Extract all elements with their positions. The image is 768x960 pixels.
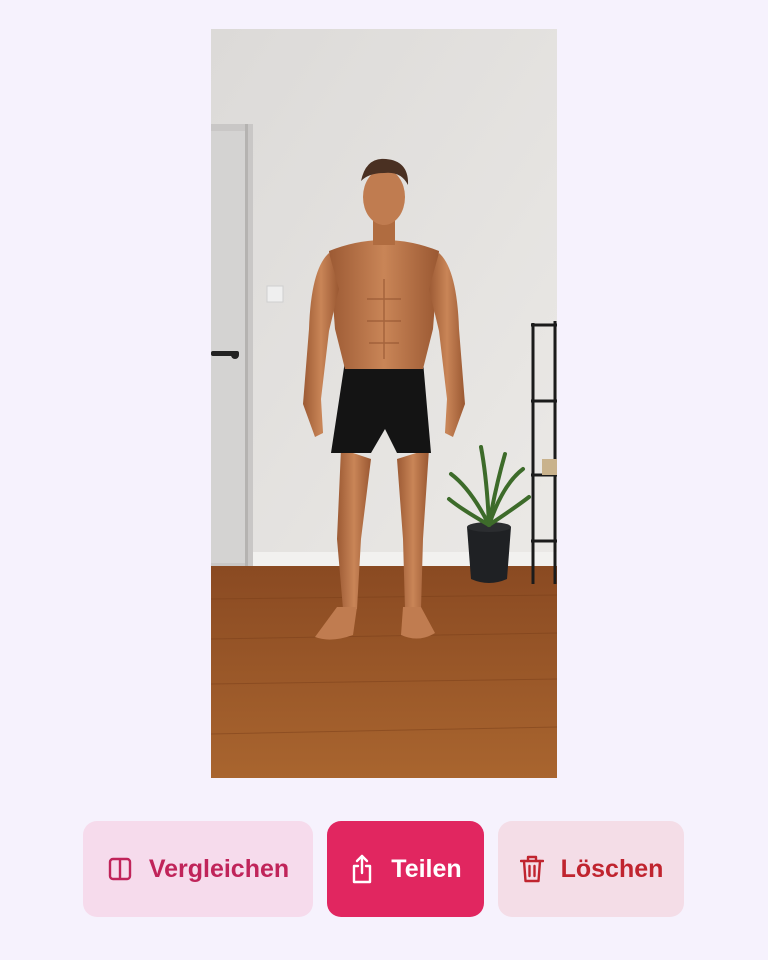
share-button[interactable]: Teilen: [327, 821, 484, 917]
compare-button[interactable]: Vergleichen: [83, 821, 313, 917]
delete-label: Löschen: [560, 854, 664, 883]
delete-button[interactable]: Löschen: [498, 821, 684, 917]
progress-photo-image: [211, 29, 557, 778]
share-label: Teilen: [391, 854, 462, 883]
split-view-icon: [107, 854, 133, 884]
trash-icon: [519, 854, 545, 884]
share-icon: [349, 854, 375, 884]
progress-photo[interactable]: [211, 29, 557, 778]
compare-label: Vergleichen: [148, 854, 290, 883]
